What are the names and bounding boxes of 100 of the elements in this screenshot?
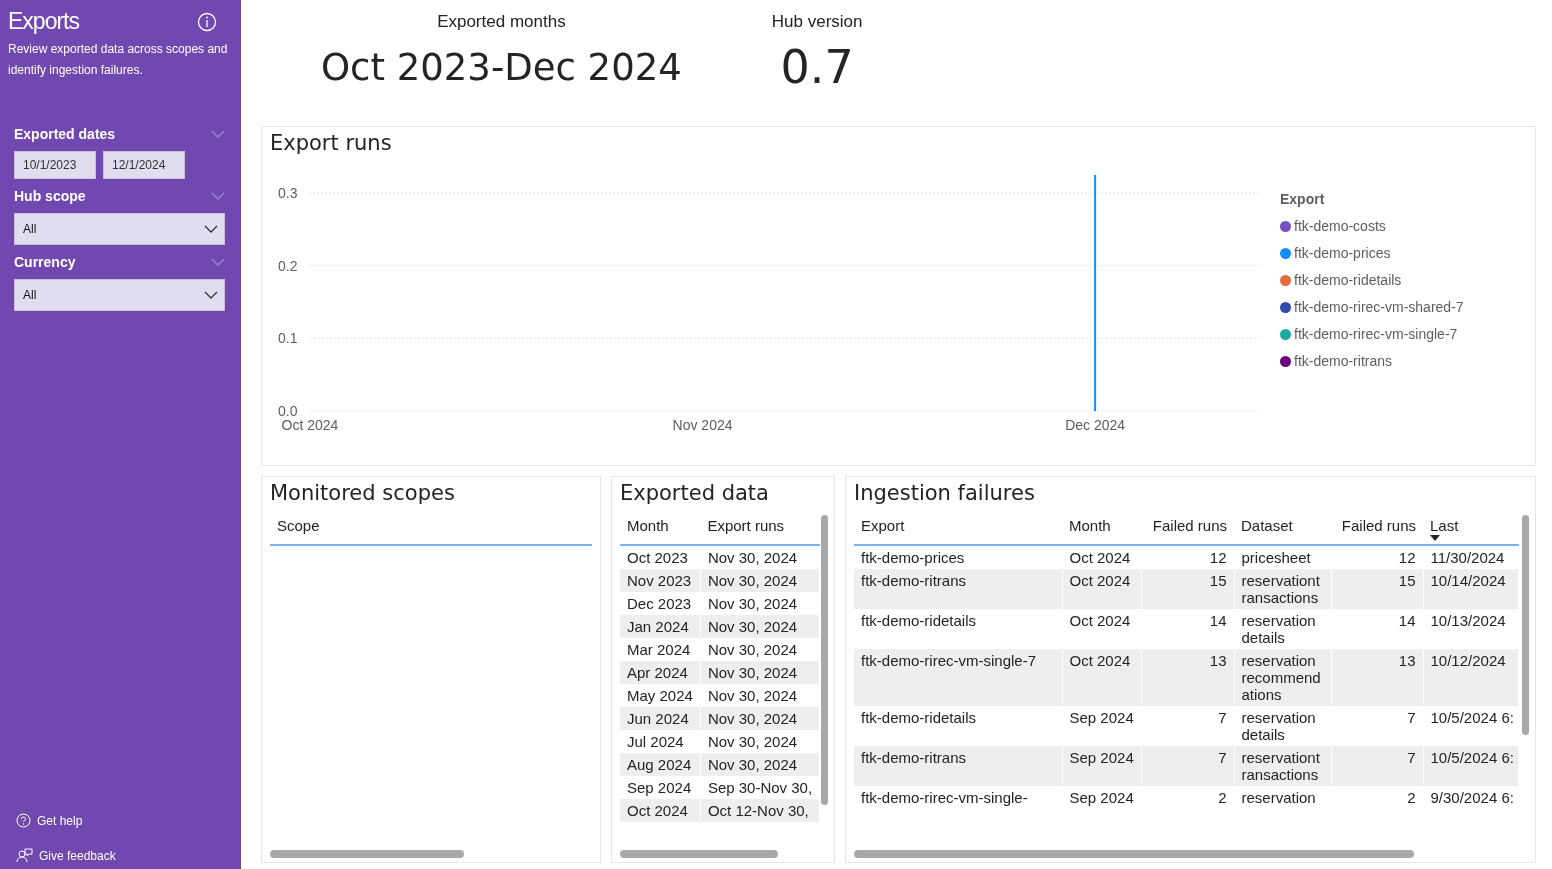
table-cell: Jun 2024 xyxy=(620,707,701,730)
table-cell: reservationtransactions xyxy=(1234,746,1331,786)
page-description: Review exported data across scopes and identify ingestion failures. xyxy=(8,41,229,79)
card-title: Monitored scopes xyxy=(270,481,456,505)
table-cell: 12 xyxy=(1141,545,1234,569)
scrollbar[interactable] xyxy=(270,850,464,858)
table-cell: Dec 2023 xyxy=(620,592,701,615)
axis-tick-label: 0.3 xyxy=(278,185,298,201)
page-title: Exports xyxy=(8,8,79,35)
table-cell: Nov 30, 2024 xyxy=(700,592,820,615)
table-cell: Nov 30, 2024 xyxy=(700,615,820,638)
table-cell: Nov 30, 2024 xyxy=(700,730,820,753)
table-cell: Nov 2023 xyxy=(620,569,701,592)
table-cell: 13 xyxy=(1141,649,1234,706)
table-cell: reservation details xyxy=(1234,706,1331,746)
card-title: Exported data xyxy=(620,481,770,505)
table-cell: Sep 2024 xyxy=(620,776,701,799)
table-cell: ftk-demo-ritrans xyxy=(854,746,1062,786)
dropdown[interactable]: All xyxy=(14,213,225,245)
table-cell: Sep 2024 xyxy=(1062,786,1141,809)
scrollbar[interactable] xyxy=(854,850,1414,858)
table-cell: May 2024 xyxy=(620,684,701,707)
table-cell: Nov 30, 2024 xyxy=(700,707,820,730)
table-cell: Nov 30, 2024 xyxy=(700,545,820,569)
table-cell: Oct 12-Nov 30, xyxy=(700,799,820,822)
scrollbar[interactable] xyxy=(620,850,778,858)
card-title: Export runs xyxy=(270,131,393,155)
table-cell: Sep 2024 xyxy=(1062,746,1141,786)
chevron-down-icon xyxy=(204,290,218,300)
chevron-down-icon xyxy=(211,191,225,201)
filter-label: Hub scope xyxy=(14,188,86,204)
footer-link[interactable]: Give feedback xyxy=(16,848,233,863)
table-cell: ftk-demo-ridetails xyxy=(854,706,1062,746)
footer-link[interactable]: Get help xyxy=(16,813,233,828)
table-cell: Jan 2024 xyxy=(620,615,701,638)
table-cell: Sep 30-Nov 30, xyxy=(700,776,820,799)
kpi-label: Hub version xyxy=(771,12,863,32)
kpi-value: 0.7 xyxy=(780,40,854,94)
table-cell: 15 xyxy=(1331,569,1423,609)
table-cell: Sep 2024 xyxy=(1062,706,1141,746)
table-cell: 12 xyxy=(1331,545,1423,569)
table-cell: 14 xyxy=(1141,609,1234,649)
table-cell: ftk-demo-rirec-vm-single- xyxy=(854,786,1062,809)
legend-title: Export xyxy=(1280,191,1326,207)
chevron-down-icon xyxy=(204,224,218,234)
table-cell: reservation recommendations xyxy=(1234,649,1331,706)
table-cell: ftk-demo-rirec-vm-single-7 xyxy=(854,649,1062,706)
axis-tick-label: 0.2 xyxy=(278,257,298,274)
table-cell: Nov 30, 2024 xyxy=(700,569,820,592)
scrollbar[interactable] xyxy=(1522,515,1529,735)
table-cell: Nov 30, 2024 xyxy=(700,684,820,707)
table-cell: Nov 30, 2024 xyxy=(700,753,820,776)
table-cell: Nov 30, 2024 xyxy=(700,638,820,661)
table-cell: Mar 2024 xyxy=(620,638,701,661)
table-cell: Oct 2024 xyxy=(1062,649,1141,706)
table-cell: 7 xyxy=(1331,746,1423,786)
legend-item: ftk-demo-costs xyxy=(1280,218,1464,234)
table-cell: Oct 2023 xyxy=(620,545,701,569)
date-input[interactable]: 10/1/2023 xyxy=(14,151,96,179)
scrollbar[interactable] xyxy=(821,515,828,805)
axis-tick-label: 0.1 xyxy=(278,330,298,347)
axis-tick-label: Nov 2024 xyxy=(672,417,733,433)
legend-item: ftk-demo-rirec-vm-shared-7 xyxy=(1280,299,1464,315)
axis-tick-label: Dec 2024 xyxy=(1065,417,1126,433)
chevron-down-icon xyxy=(211,257,225,267)
kpi-label: Exported months xyxy=(437,12,566,32)
table-cell: Oct 2024 xyxy=(620,799,701,822)
axis-tick-label: Oct 2024 xyxy=(281,417,339,433)
info-icon[interactable] xyxy=(197,12,217,32)
table-cell: 10/12/2024 xyxy=(1423,649,1518,706)
table-cell: 7 xyxy=(1141,706,1234,746)
feedback-icon xyxy=(16,848,33,863)
legend-item: ftk-demo-ridetails xyxy=(1280,272,1464,288)
table-cell: 7 xyxy=(1331,706,1423,746)
table-cell: 11/30/2024 xyxy=(1423,545,1518,569)
axis-tick-label: 0.0 xyxy=(278,403,298,419)
legend-item: ftk-demo-prices xyxy=(1280,245,1464,261)
table-cell: 7 xyxy=(1141,746,1234,786)
table-cell: ftk-demo-ridetails xyxy=(854,609,1062,649)
sort-descending-icon xyxy=(1430,535,1440,541)
table-cell: ftk-demo-ritrans xyxy=(854,569,1062,609)
dropdown[interactable]: All xyxy=(14,279,225,311)
table-cell: Apr 2024 xyxy=(620,661,701,684)
table-cell: Jul 2024 xyxy=(620,730,701,753)
table-cell: 14 xyxy=(1331,609,1423,649)
table-cell: ftk-demo-prices xyxy=(854,545,1062,569)
table-cell: 10/5/2024 6: xyxy=(1423,746,1518,786)
table-cell: reservationtransactions xyxy=(1234,569,1331,609)
table-cell: 10/13/2024 xyxy=(1423,609,1518,649)
table-cell: Oct 2024 xyxy=(1062,609,1141,649)
table-cell: 13 xyxy=(1331,649,1423,706)
table-cell: Aug 2024 xyxy=(620,753,701,776)
column-header[interactable]: Scope xyxy=(270,511,592,545)
table-cell: pricesheet xyxy=(1234,545,1331,569)
card-title: Ingestion failures xyxy=(854,481,1036,505)
table-cell: reservation details xyxy=(1234,609,1331,649)
table-cell: Oct 2024 xyxy=(1062,569,1141,609)
date-input[interactable]: 12/1/2024 xyxy=(103,151,185,179)
table-cell: 15 xyxy=(1141,569,1234,609)
filter-label: Currency xyxy=(14,254,76,270)
